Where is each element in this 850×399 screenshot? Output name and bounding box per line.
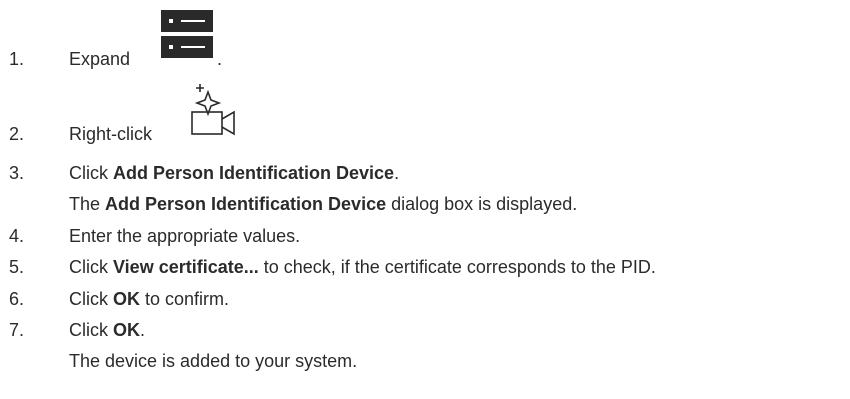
step-text: Click OK to confirm. [69,289,230,309]
step-text: Right-click [69,124,153,144]
dialog-note: The Add Person Identification Device dia… [69,194,578,214]
step-text: Expand [69,49,131,69]
step-text: Click Add Person Identification Device. [69,163,400,183]
step-number: 4. [9,226,25,246]
step-number: 5. [9,257,25,277]
step-number: 2. [9,124,25,144]
step-text: Click View certificate... to check, if t… [69,257,656,277]
device-list-icon [161,10,213,58]
step-text: Enter the appropriate values. [69,226,301,246]
step-number: 1. [9,49,25,69]
step-text: Click OK. [69,320,146,340]
step-number: 7. [9,320,25,340]
step-1-suffix: . [217,49,223,69]
pid-camera-icon [190,80,242,142]
step-number: 3. [9,163,25,183]
added-note: The device is added to your system. [69,351,358,371]
step-number: 6. [9,289,25,309]
